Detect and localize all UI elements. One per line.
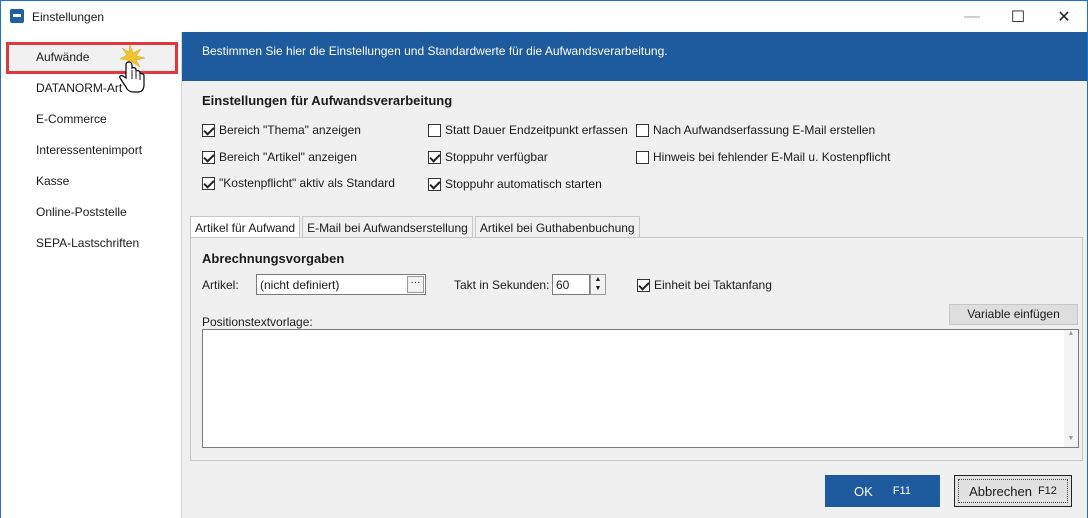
- checkbox-box[interactable]: [637, 278, 650, 292]
- main-panel: Bestimmen Sie hier die Einstellungen und…: [182, 32, 1087, 518]
- sidebar-item-interessentenimport[interactable]: Interessentenimport: [36, 143, 142, 157]
- checkbox-label: Bereich "Artikel" anzeigen: [219, 150, 357, 164]
- checkbox-endzeitpunkt[interactable]: Statt Dauer Endzeitpunkt erfassen: [428, 123, 628, 137]
- panel-title: Abrechnungsvorgaben: [202, 251, 345, 266]
- tab-artikel-fuer-aufwand[interactable]: Artikel für Aufwand: [190, 216, 301, 239]
- sidebar-selection-highlight: [6, 42, 178, 74]
- scroll-down-icon[interactable]: ▼: [1064, 435, 1078, 447]
- checkbox-box[interactable]: [202, 176, 215, 190]
- info-banner: Bestimmen Sie hier die Einstellungen und…: [182, 32, 1087, 81]
- checkbox-stoppuhr-autostart[interactable]: Stoppuhr automatisch starten: [428, 177, 602, 191]
- artikel-field[interactable]: (nicht definiert): [256, 274, 426, 295]
- artikel-browse-button[interactable]: ···: [407, 276, 424, 293]
- ok-shortcut: F11: [892, 485, 911, 497]
- checkbox-box[interactable]: [428, 177, 441, 191]
- checkbox-bereich-thema[interactable]: Bereich "Thema" anzeigen: [202, 123, 361, 137]
- checkbox-box[interactable]: [202, 150, 215, 164]
- checkbox-hinweis-email[interactable]: Hinweis bei fehlender E-Mail u. Kostenpf…: [636, 150, 890, 164]
- sidebar-item-online-poststelle[interactable]: Online-Poststelle: [36, 205, 127, 219]
- tab-artikel-bei-guthabenbuchung[interactable]: Artikel bei Guthabenbuchung: [474, 216, 640, 238]
- checkbox-label: Statt Dauer Endzeitpunkt erfassen: [445, 123, 628, 137]
- sidebar-item-kasse[interactable]: Kasse: [36, 174, 69, 188]
- app-icon: [10, 9, 24, 23]
- checkbox-einheit-taktanfang[interactable]: Einheit bei Taktanfang: [637, 278, 772, 292]
- positionstext-label: Positionstextvorlage:: [202, 315, 313, 329]
- window-title: Einstellungen: [32, 10, 105, 24]
- takt-label: Takt in Sekunden:: [454, 278, 550, 292]
- checkbox-label: Hinweis bei fehlender E-Mail u. Kostenpf…: [653, 150, 891, 164]
- checkbox-label: Stoppuhr automatisch starten: [445, 177, 602, 191]
- close-button[interactable]: ✕: [1041, 1, 1087, 32]
- checkbox-box[interactable]: [428, 150, 441, 164]
- sidebar-item-datanorm[interactable]: DATANORM-Art: [36, 81, 122, 95]
- focus-outline: [958, 479, 1068, 503]
- checkbox-label: Bereich "Thema" anzeigen: [219, 123, 361, 137]
- stepper-up-icon[interactable]: ▲: [591, 275, 605, 284]
- checkbox-box[interactable]: [428, 123, 441, 137]
- section-title: Einstellungen für Aufwandsverarbeitung: [202, 93, 453, 108]
- tab-panel: Abrechnungsvorgaben Artikel: (nicht defi…: [190, 237, 1083, 461]
- checkbox-email-erstellen[interactable]: Nach Aufwandserfassung E-Mail erstellen: [636, 123, 875, 137]
- sidebar-item-ecommerce[interactable]: E-Commerce: [36, 112, 107, 126]
- ok-button[interactable]: OK F11: [825, 475, 940, 507]
- sidebar: Aufwände DATANORM-Art E-Commerce Interes…: [1, 32, 182, 518]
- artikel-value: (nicht definiert): [260, 278, 340, 292]
- checkbox-box[interactable]: [636, 123, 649, 137]
- positionstext-textarea[interactable]: ▲ ▼: [202, 329, 1079, 448]
- takt-value: 60: [556, 278, 570, 292]
- variable-einfuegen-button[interactable]: Variable einfügen: [949, 304, 1078, 325]
- sidebar-item-sepa[interactable]: SEPA-Lastschriften: [36, 236, 139, 250]
- tab-email-bei-aufwandserstellung[interactable]: E-Mail bei Aufwandserstellung: [302, 216, 473, 238]
- checkbox-bereich-artikel[interactable]: Bereich "Artikel" anzeigen: [202, 150, 357, 164]
- ok-label: OK: [854, 483, 873, 499]
- hand-cursor-icon: [119, 45, 146, 93]
- checkbox-label: "Kostenpflicht" aktiv als Standard: [219, 176, 395, 190]
- title-bar: Einstellungen — ☐ ✕: [1, 1, 1087, 32]
- banner-text: Bestimmen Sie hier die Einstellungen und…: [202, 44, 668, 58]
- takt-stepper[interactable]: ▲ ▼: [590, 274, 606, 295]
- artikel-label: Artikel:: [202, 278, 239, 292]
- textarea-scrollbar[interactable]: ▲ ▼: [1064, 330, 1078, 447]
- checkbox-label: Nach Aufwandserfassung E-Mail erstellen: [653, 123, 876, 137]
- stepper-down-icon[interactable]: ▼: [591, 284, 605, 293]
- takt-field[interactable]: 60: [552, 274, 590, 295]
- checkbox-box[interactable]: [636, 150, 649, 164]
- checkbox-label: Stoppuhr verfügbar: [445, 150, 548, 164]
- sidebar-item-aufwaende[interactable]: Aufwände: [36, 50, 89, 64]
- scroll-up-icon[interactable]: ▲: [1064, 330, 1078, 342]
- checkbox-label: Einheit bei Taktanfang: [654, 278, 772, 292]
- settings-window: Einstellungen — ☐ ✕ Aufwände DATANORM-Ar…: [0, 0, 1088, 518]
- checkbox-box[interactable]: [202, 123, 215, 137]
- tab-bar: Artikel für Aufwand E-Mail bei Aufwandse…: [190, 216, 642, 239]
- checkbox-kostenpflicht[interactable]: "Kostenpflicht" aktiv als Standard: [202, 176, 395, 190]
- minimize-button[interactable]: —: [949, 1, 995, 32]
- checkbox-stoppuhr-verfuegbar[interactable]: Stoppuhr verfügbar: [428, 150, 548, 164]
- cancel-button[interactable]: Abbrechen F12: [954, 475, 1072, 507]
- maximize-button[interactable]: ☐: [995, 1, 1041, 32]
